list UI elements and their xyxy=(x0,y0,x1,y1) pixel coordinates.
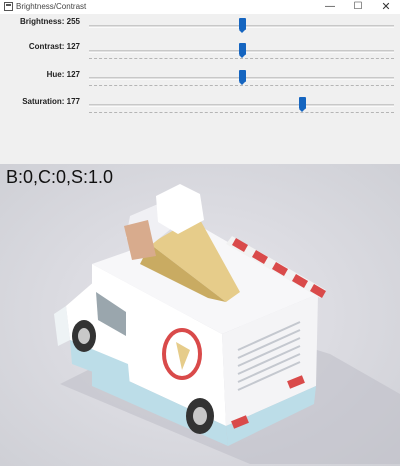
slider-ticks xyxy=(89,112,394,113)
title-bar: Brightness/Contrast — ☐ ✕ xyxy=(0,0,400,14)
controls-panel: Brightness: 255 Contrast: 127 Hue: 127 S… xyxy=(0,14,400,164)
slider-thumb[interactable] xyxy=(238,18,246,33)
ice-cream-truck-image xyxy=(0,164,400,466)
hue-slider[interactable] xyxy=(89,69,394,89)
close-button[interactable]: ✕ xyxy=(372,0,400,14)
contrast-slider[interactable] xyxy=(89,42,394,62)
window-title: Brightness/Contrast xyxy=(16,2,87,11)
slider-thumb[interactable] xyxy=(298,97,306,112)
image-display: B:0,C:0,S:1.0 xyxy=(0,164,400,466)
slider-thumb[interactable] xyxy=(238,70,246,85)
slider-track xyxy=(89,104,394,107)
contrast-label: Contrast: 127 xyxy=(28,42,80,51)
maximize-button[interactable]: ☐ xyxy=(344,0,372,14)
app-window: Brightness/Contrast — ☐ ✕ Brightness: 25… xyxy=(0,0,400,466)
slider-ticks xyxy=(89,58,394,59)
minimize-button[interactable]: — xyxy=(316,0,344,14)
window-icon xyxy=(4,2,13,11)
image-overlay-text: B:0,C:0,S:1.0 xyxy=(6,167,114,187)
saturation-slider[interactable] xyxy=(89,96,394,116)
brightness-slider[interactable] xyxy=(89,17,394,37)
brightness-label: Brightness: 255 xyxy=(19,17,80,26)
saturation-label: Saturation: 177 xyxy=(22,97,80,106)
slider-ticks xyxy=(89,85,394,86)
slider-thumb[interactable] xyxy=(238,43,246,58)
hue-label: Hue: 127 xyxy=(46,70,80,79)
